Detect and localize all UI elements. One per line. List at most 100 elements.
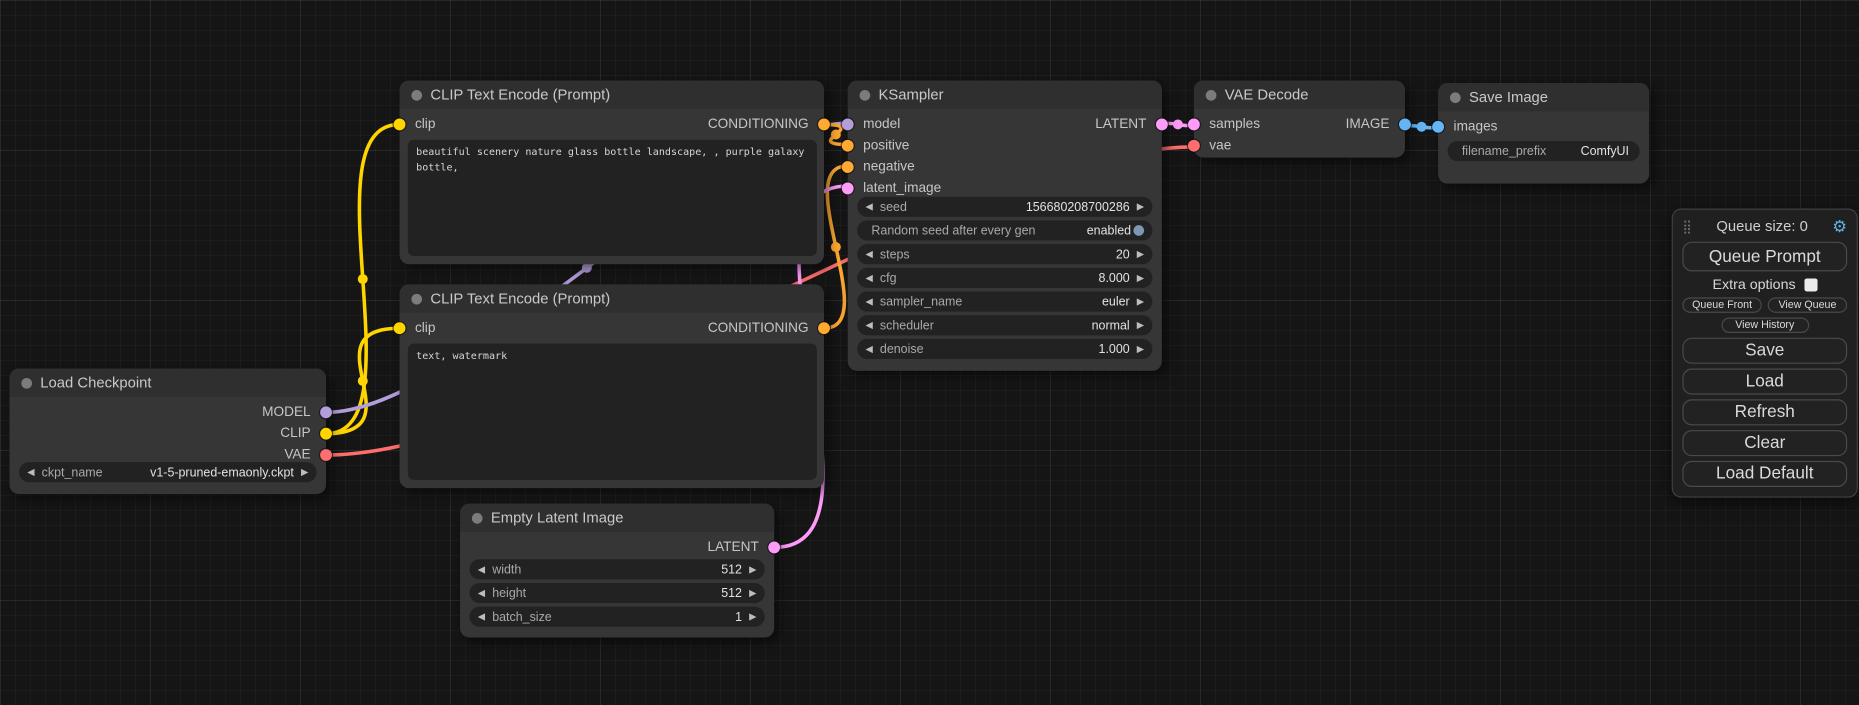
collapse-dot-icon[interactable] [1450, 92, 1461, 103]
decrement-icon[interactable]: ◀ [865, 291, 872, 311]
save-button[interactable]: Save [1682, 338, 1847, 364]
node-header[interactable]: CLIP Text Encode (Prompt) [400, 81, 824, 109]
node-empty-latent-image[interactable]: Empty Latent Image LATENT ◀ width 512 ▶ … [460, 504, 774, 638]
seed-widget[interactable]: ◀ seed 156680208700286 ▶ [857, 197, 1152, 217]
filename-prefix-widget[interactable]: filename_prefix ComfyUI [1448, 141, 1640, 161]
node-ksampler[interactable]: KSampler model LATENT positive negative … [848, 81, 1162, 371]
sampler-name-widget[interactable]: ◀ sampler_name euler ▶ [857, 291, 1152, 311]
widget-value: 1.000 [1099, 342, 1130, 356]
slot-row-samples-image: samples IMAGE [1194, 114, 1405, 135]
decrement-icon[interactable]: ◀ [865, 268, 872, 288]
slot-label-clip: clip [415, 321, 435, 335]
decrement-icon[interactable]: ◀ [865, 244, 872, 264]
model-output-port[interactable] [320, 406, 332, 418]
width-widget[interactable]: ◀ width 512 ▶ [469, 559, 764, 579]
slot-label-clip: CLIP [280, 427, 310, 441]
increment-icon[interactable]: ▶ [1137, 339, 1144, 359]
conditioning-output-port[interactable] [818, 322, 830, 334]
extra-options-checkbox[interactable] [1804, 278, 1817, 291]
decrement-icon[interactable]: ◀ [478, 607, 485, 627]
clear-button[interactable]: Clear [1682, 430, 1847, 456]
clip-output-port[interactable] [320, 428, 332, 440]
node-header[interactable]: Load Checkpoint [9, 369, 326, 397]
decrement-icon[interactable]: ◀ [478, 583, 485, 603]
images-input-port[interactable] [1432, 121, 1444, 133]
slot-label-conditioning: CONDITIONING [708, 321, 809, 335]
link-midpoint-dot [358, 274, 368, 284]
samples-input-port[interactable] [1188, 118, 1200, 130]
scheduler-widget[interactable]: ◀ scheduler normal ▶ [857, 315, 1152, 335]
collapse-dot-icon[interactable] [472, 512, 483, 523]
node-load-checkpoint[interactable]: Load Checkpoint MODEL CLIP VAE ◀ ckpt_na… [9, 369, 326, 495]
view-queue-button[interactable]: View Queue [1768, 297, 1847, 312]
model-input-port[interactable] [842, 118, 854, 130]
increment-icon[interactable]: ▶ [1137, 268, 1144, 288]
increment-icon[interactable]: ▶ [1137, 197, 1144, 217]
node-header[interactable]: CLIP Text Encode (Prompt) [400, 284, 824, 312]
collapse-dot-icon[interactable] [411, 293, 422, 304]
decrement-icon[interactable]: ◀ [865, 339, 872, 359]
node-header[interactable]: KSampler [848, 81, 1162, 109]
collapse-dot-icon[interactable] [21, 377, 32, 388]
decrement-icon[interactable]: ◀ [865, 197, 872, 217]
ckpt-name-widget[interactable]: ◀ ckpt_name v1-5-pruned-emaonly.ckpt ▶ [19, 462, 317, 482]
node-clip-text-encode-negative[interactable]: CLIP Text Encode (Prompt) clip CONDITION… [400, 284, 824, 488]
increment-icon[interactable]: ▶ [749, 559, 756, 579]
image-output-port[interactable] [1399, 118, 1411, 130]
node-save-image[interactable]: Save Image images filename_prefix ComfyU… [1438, 83, 1649, 184]
widget-name: denoise [880, 342, 924, 356]
latent-image-input-port[interactable] [842, 182, 854, 194]
denoise-widget[interactable]: ◀ denoise 1.000 ▶ [857, 339, 1152, 359]
vae-input-port[interactable] [1188, 140, 1200, 152]
clip-input-port[interactable] [394, 322, 406, 334]
node-graph-canvas[interactable]: Load Checkpoint MODEL CLIP VAE ◀ ckpt_na… [0, 0, 1859, 705]
increment-icon[interactable]: ▶ [1137, 291, 1144, 311]
load-button[interactable]: Load [1682, 369, 1847, 395]
link-midpoint-dot [358, 376, 368, 386]
positive-prompt-textarea[interactable]: beautiful scenery nature glass bottle la… [408, 140, 817, 256]
collapse-dot-icon[interactable] [411, 89, 422, 100]
increment-icon[interactable]: ▶ [301, 462, 308, 482]
latent-output-port[interactable] [1156, 118, 1168, 130]
latent-output-port[interactable] [768, 541, 780, 553]
increment-icon[interactable]: ▶ [749, 583, 756, 603]
vae-output-port[interactable] [320, 449, 332, 461]
node-header[interactable]: Empty Latent Image [460, 504, 774, 532]
refresh-button[interactable]: Refresh [1682, 399, 1847, 425]
batch-size-widget[interactable]: ◀ batch_size 1 ▶ [469, 607, 764, 627]
slot-row-model-latent: model LATENT [848, 114, 1162, 135]
collapse-dot-icon[interactable] [1206, 89, 1217, 100]
node-header[interactable]: VAE Decode [1194, 81, 1405, 109]
height-widget[interactable]: ◀ height 512 ▶ [469, 583, 764, 603]
node-vae-decode[interactable]: VAE Decode samples IMAGE vae [1194, 81, 1405, 158]
collapse-dot-icon[interactable] [860, 89, 871, 100]
link-midpoint-dot [1173, 119, 1183, 129]
increment-icon[interactable]: ▶ [1137, 244, 1144, 264]
settings-gear-icon[interactable]: ⚙ [1832, 216, 1847, 236]
toggle-knob-icon[interactable] [1133, 225, 1144, 236]
positive-input-port[interactable] [842, 140, 854, 152]
widget-value: 512 [721, 586, 742, 600]
queue-prompt-button[interactable]: Queue Prompt [1682, 242, 1847, 272]
node-header[interactable]: Save Image [1438, 83, 1649, 111]
decrement-icon[interactable]: ◀ [865, 315, 872, 335]
view-history-button[interactable]: View History [1721, 318, 1809, 333]
negative-input-port[interactable] [842, 161, 854, 173]
steps-widget[interactable]: ◀ steps 20 ▶ [857, 244, 1152, 264]
decrement-icon[interactable]: ◀ [478, 559, 485, 579]
node-clip-text-encode-positive[interactable]: CLIP Text Encode (Prompt) clip CONDITION… [400, 81, 824, 265]
negative-prompt-textarea[interactable]: text, watermark [408, 344, 817, 480]
widget-name: height [492, 586, 526, 600]
increment-icon[interactable]: ▶ [749, 607, 756, 627]
cfg-widget[interactable]: ◀ cfg 8.000 ▶ [857, 268, 1152, 288]
drag-handle-icon[interactable]: ⣿ [1682, 219, 1692, 234]
load-default-button[interactable]: Load Default [1682, 461, 1847, 487]
widget-value: 20 [1116, 247, 1130, 261]
random-seed-toggle-widget[interactable]: Random seed after every gen enabled [857, 220, 1152, 240]
decrement-icon[interactable]: ◀ [27, 462, 34, 482]
conditioning-output-port[interactable] [818, 118, 830, 130]
increment-icon[interactable]: ▶ [1137, 315, 1144, 335]
clip-input-port[interactable] [394, 118, 406, 130]
widget-value: 1 [735, 610, 742, 624]
queue-front-button[interactable]: Queue Front [1682, 297, 1761, 312]
